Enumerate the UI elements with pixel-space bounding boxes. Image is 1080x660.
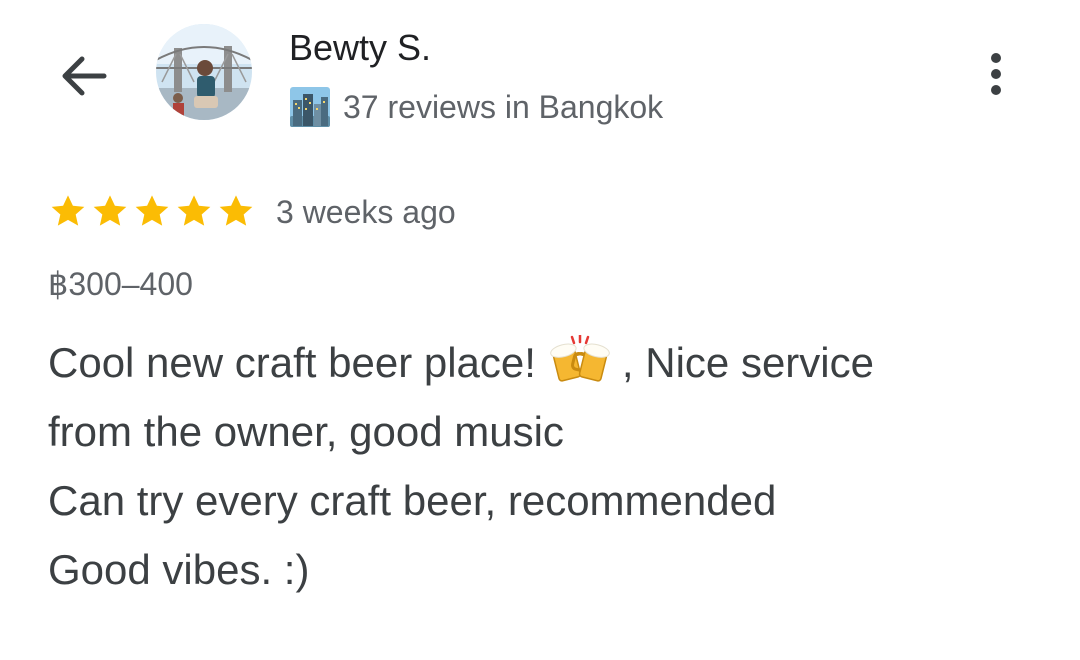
more-vertical-icon — [991, 53, 1001, 95]
star-icon — [51, 195, 85, 226]
cityscape-icon — [290, 87, 330, 127]
review-count[interactable]: 37 reviews in Bangkok — [343, 86, 663, 128]
review-date: 3 weeks ago — [276, 194, 456, 230]
review-line: Good vibes. :) — [48, 546, 310, 593]
review-text: Cool new craft beer place! , Nice servic… — [48, 328, 1048, 604]
avatar[interactable] — [156, 24, 252, 120]
review-line: Can try every craft beer, recommended — [48, 477, 777, 524]
star-icon — [93, 195, 127, 226]
rating-row: 3 weeks ago — [48, 190, 456, 234]
price-range: ฿300–400 — [48, 266, 193, 302]
review-text-segment: Cool new craft beer place! — [48, 339, 536, 386]
back-button[interactable] — [52, 44, 116, 108]
star-icon — [219, 195, 253, 226]
more-options-button[interactable] — [970, 44, 1022, 104]
reviewer-info: 37 reviews in Bangkok — [289, 86, 663, 128]
review-text-segment: , Nice service — [621, 339, 874, 386]
star-icon — [135, 195, 169, 226]
star-rating — [48, 192, 258, 232]
clinking-beer-mugs-icon — [550, 335, 610, 382]
review-line: from the owner, good music — [48, 408, 564, 455]
arrow-left-icon — [62, 56, 107, 96]
review-line: Cool new craft beer place! , Nice servic… — [48, 328, 1048, 397]
user-name[interactable]: Bewty S. — [289, 26, 431, 70]
star-icon — [177, 195, 211, 226]
